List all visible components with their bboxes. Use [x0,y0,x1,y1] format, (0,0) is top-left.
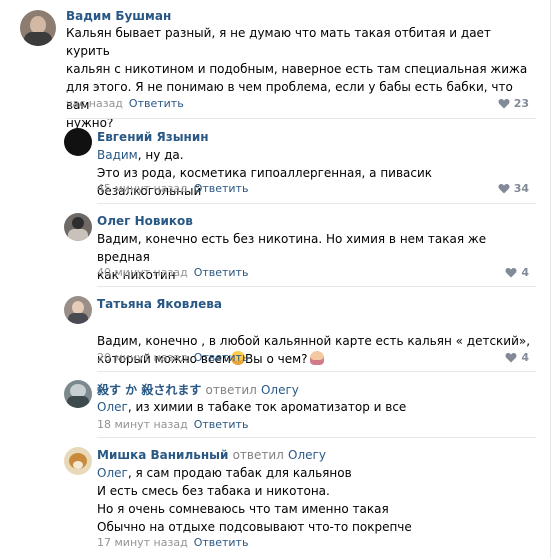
comment-author[interactable]: 殺す か 殺されます ответил Олегу [97,381,299,398]
comment-meta: час назад Ответить [66,97,184,110]
mention-link[interactable]: Вадим [97,148,138,162]
comment-meta: 45 минут назад Ответить [97,182,248,195]
comment-author[interactable]: Мишка Ванильный ответил Олегу [97,448,326,462]
mention-link[interactable]: Олег [97,466,128,480]
comment-time[interactable]: 18 минут назад [97,418,188,431]
comment-tatiana: Татьяна Яковлева Вадим, конечно , в любо… [0,287,551,371]
like-button[interactable]: 4 [505,266,529,279]
mention-link[interactable]: Олег [97,400,128,414]
comment-time[interactable]: 17 минут назад [97,536,188,549]
comment-time[interactable]: 40 минут назад [97,266,188,279]
like-count: 23 [513,97,529,110]
reply-button[interactable]: Ответить [194,182,249,195]
comment-author[interactable]: Татьяна Яковлева [97,297,222,311]
comment-vadim: Вадим Бушман Кальян бывает разный, я не … [0,0,551,130]
like-count: 34 [513,182,529,195]
reply-button[interactable]: Ответить [194,418,249,431]
comments-panel: Вадим Бушман Кальян бывает разный, я не … [0,0,551,558]
comment-evgeniy: Евгений Язынин Вадим, ну да. Это из рода… [0,119,551,203]
comment-author[interactable]: Вадим Бушман [66,9,171,23]
avatar[interactable] [64,380,92,408]
heart-icon [505,268,517,278]
reply-button[interactable]: Ответить [194,536,249,549]
comment-meta: 20 минут назад Ответить [97,351,248,364]
like-button[interactable]: 23 [498,97,529,110]
comment-time[interactable]: час назад [66,97,123,110]
reply-button[interactable]: Ответить [194,266,249,279]
reply-button[interactable]: Ответить [194,351,249,364]
comment-oleg: Олег Новиков Вадим, конечно есть без ник… [0,204,551,286]
comment-author[interactable]: Евгений Язынин [97,130,209,144]
comment-time[interactable]: 20 минут назад [97,351,188,364]
shrugging-woman-emoji-icon [309,351,324,365]
avatar[interactable] [64,296,92,324]
avatar[interactable] [64,213,92,241]
avatar[interactable] [20,10,56,46]
avatar[interactable] [64,128,92,156]
comment-meta: 40 минут назад Ответить [97,266,248,279]
comment-mishka: Мишка Ванильный ответил Олегу Олег, я са… [0,438,551,558]
like-count: 4 [521,351,529,364]
comment-text: Олег, я сам продаю табак для кальянов И … [97,466,412,534]
avatar[interactable] [64,447,92,475]
heart-icon [498,99,510,109]
comment-meta: 18 минут назад Ответить [97,418,248,431]
heart-icon [498,184,510,194]
comment-meta: 17 минут назад Ответить [97,536,248,549]
comment-author[interactable]: Олег Новиков [97,214,193,228]
like-button[interactable]: 4 [505,351,529,364]
comment-text: Кальян бывает разный, я не думаю что мат… [66,26,528,130]
comment-time[interactable]: 45 минут назад [97,182,188,195]
heart-icon [505,353,517,363]
like-count: 4 [521,266,529,279]
like-button[interactable]: 34 [498,182,529,195]
comment-text: Олег, из химии в табаке ток ароматизатор… [97,400,407,414]
comment-korosu: 殺す か 殺されます ответил Олегу Олег, из химии … [0,372,551,436]
reply-button[interactable]: Ответить [129,97,184,110]
